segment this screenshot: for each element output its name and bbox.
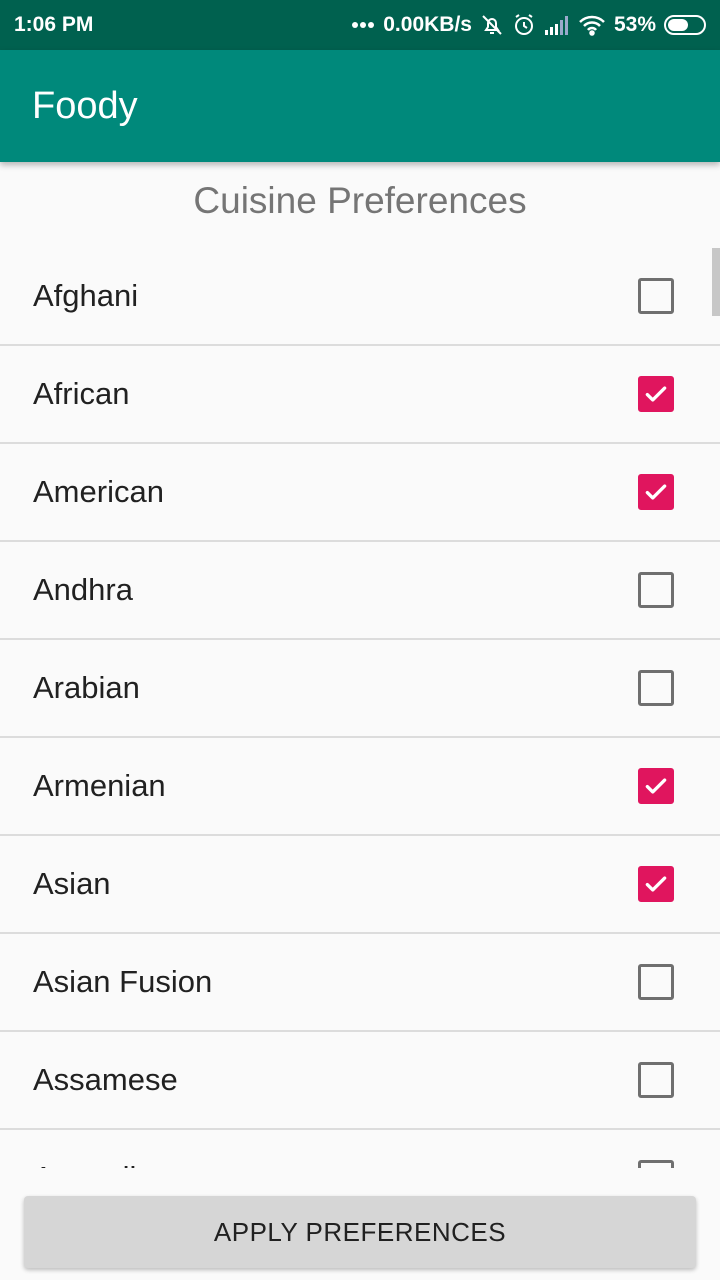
checkmark-icon bbox=[645, 876, 667, 892]
cuisine-label: Asian bbox=[33, 866, 111, 901]
cuisine-row[interactable]: Assamese bbox=[0, 1032, 720, 1130]
status-time: 1:06 PM bbox=[14, 13, 94, 36]
cuisine-row[interactable]: Andhra bbox=[0, 542, 720, 640]
cuisine-label: Arabian bbox=[33, 670, 140, 705]
cuisine-row[interactable]: Asian Fusion bbox=[0, 934, 720, 1032]
cuisine-row[interactable]: African bbox=[0, 346, 720, 444]
signal-icon bbox=[544, 15, 570, 35]
scrollbar[interactable] bbox=[712, 248, 720, 316]
cuisine-row[interactable]: Afghani bbox=[0, 248, 720, 346]
cuisine-checkbox[interactable] bbox=[638, 278, 674, 314]
network-speed: 0.00KB/s bbox=[383, 13, 472, 36]
wifi-icon bbox=[578, 14, 606, 36]
cuisine-checkbox[interactable] bbox=[638, 1160, 674, 1168]
cuisine-label: Asian Fusion bbox=[33, 964, 213, 999]
alarm-icon bbox=[512, 13, 536, 37]
battery-percent: 53% bbox=[613, 13, 656, 36]
cuisine-label: African bbox=[33, 376, 130, 411]
battery-icon bbox=[664, 15, 706, 35]
checkmark-icon bbox=[645, 484, 667, 500]
cuisine-checkbox[interactable] bbox=[638, 1062, 674, 1098]
cuisine-checkbox[interactable] bbox=[638, 670, 674, 706]
app-title: Foody bbox=[32, 84, 138, 127]
cuisine-label: Assamese bbox=[33, 1062, 178, 1097]
cuisine-label: Armenian bbox=[33, 768, 166, 803]
status-bar: 1:06 PM 0.00KB/s 53% bbox=[0, 0, 720, 50]
cuisine-checkbox[interactable] bbox=[638, 572, 674, 608]
section-title: Cuisine Preferences bbox=[193, 180, 527, 221]
cuisine-checkbox[interactable] bbox=[638, 768, 674, 804]
checkmark-icon bbox=[645, 386, 667, 402]
cuisine-row[interactable]: Australian bbox=[0, 1130, 720, 1168]
cuisine-list[interactable]: Afghani African American Andhra Arabian Armen… bbox=[0, 248, 720, 1168]
cuisine-row[interactable]: Armenian bbox=[0, 738, 720, 836]
cuisine-label: Andhra bbox=[33, 572, 133, 607]
cuisine-checkbox[interactable] bbox=[638, 474, 674, 510]
cuisine-checkbox[interactable] bbox=[638, 866, 674, 902]
cuisine-checkbox[interactable] bbox=[638, 376, 674, 412]
cuisine-label: Australian bbox=[33, 1160, 171, 1168]
dots-icon bbox=[351, 21, 375, 29]
checkmark-icon bbox=[645, 778, 667, 794]
cuisine-checkbox[interactable] bbox=[638, 964, 674, 1000]
notifications-off-icon bbox=[480, 13, 504, 37]
cuisine-row[interactable]: American bbox=[0, 444, 720, 542]
apply-preferences-button[interactable]: APPLY PREFERENCES bbox=[24, 1196, 696, 1268]
cuisine-label: Afghani bbox=[33, 278, 139, 313]
app-bar: Foody bbox=[0, 50, 720, 162]
cuisine-row[interactable]: Asian bbox=[0, 836, 720, 934]
status-icons: 0.00KB/s 53% bbox=[351, 13, 706, 37]
cuisine-row[interactable]: Arabian bbox=[0, 640, 720, 738]
cuisine-label: American bbox=[33, 474, 164, 509]
